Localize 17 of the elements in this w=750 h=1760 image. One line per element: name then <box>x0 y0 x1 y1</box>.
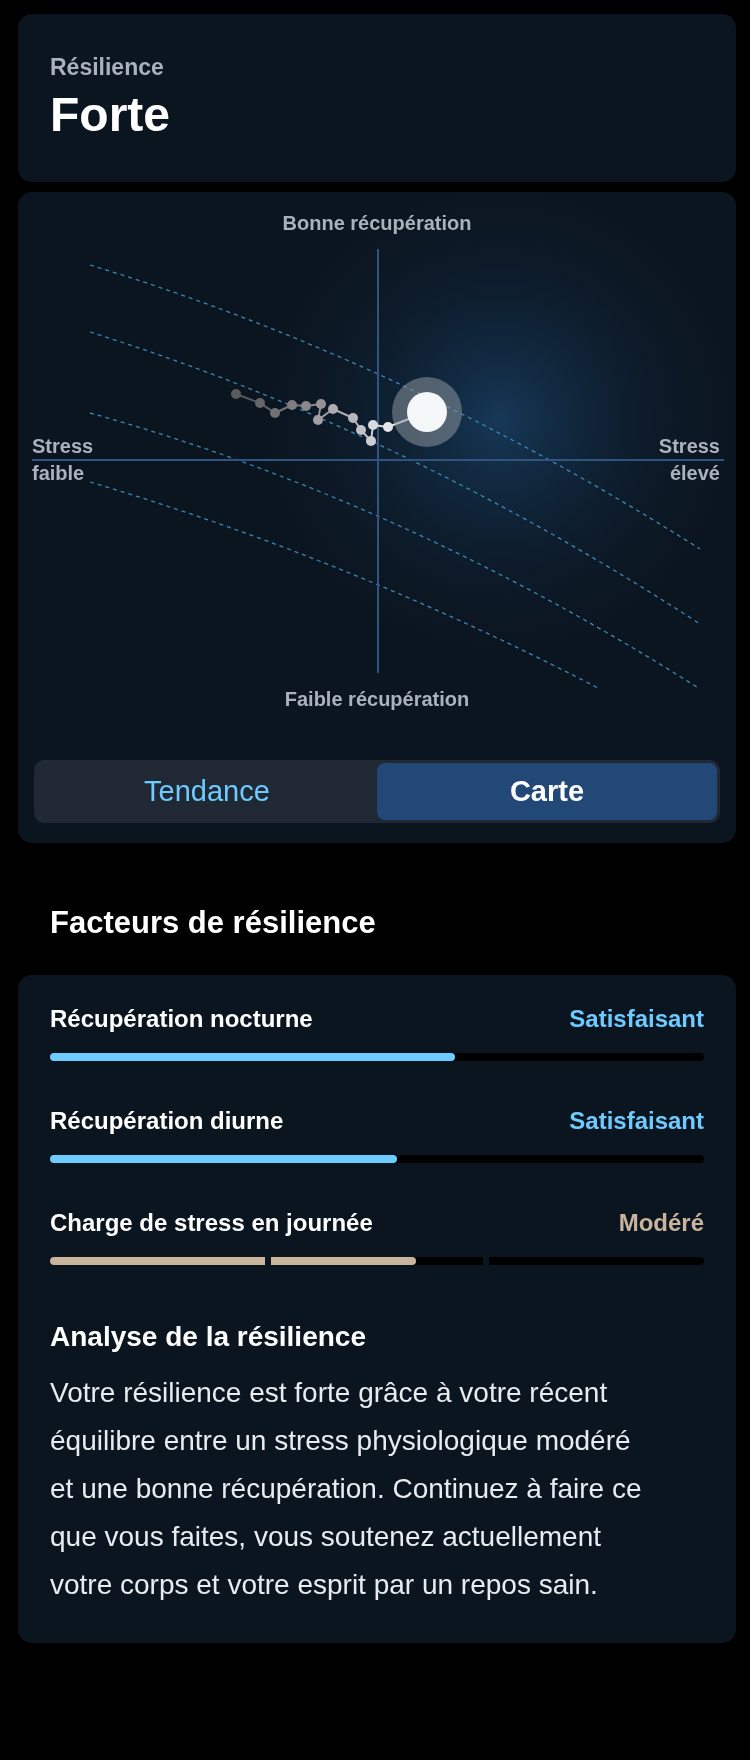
view-tab[interactable]: Carte <box>377 763 717 820</box>
axis-label: Faible récupération <box>283 687 471 712</box>
analysis-title: Analyse de la résilience <box>50 1321 367 1353</box>
resilience-label: Résilience <box>50 54 165 81</box>
axis-label: Stress faible <box>32 434 95 486</box>
analysis-text: Votre résilience est forte grâce à votre récent équilibre entre un stress physiologique modéré et une bonne récupération. Continuez à faire ce que vous faites, vous soutenez actuellement votre corps et votre esprit par un repos sain. <box>50 1376 643 1602</box>
factor-rating: Modéré <box>618 1209 704 1237</box>
factor-rating: Satisfaisant <box>569 1107 704 1135</box>
section-title: Facteurs de résilience <box>49 904 377 942</box>
factor-name: Récupération nocturne <box>50 1005 313 1033</box>
axis-label: Bonne récupération <box>281 211 473 236</box>
factor-name: Récupération diurne <box>50 1107 284 1135</box>
factor-name: Charge de stress en journée <box>50 1209 373 1237</box>
axis-label: Stress élevé <box>657 434 720 486</box>
resilience-value: Forte <box>50 87 171 142</box>
factor-rating: Satisfaisant <box>569 1005 704 1033</box>
view-tab[interactable]: Tendance <box>37 763 377 820</box>
